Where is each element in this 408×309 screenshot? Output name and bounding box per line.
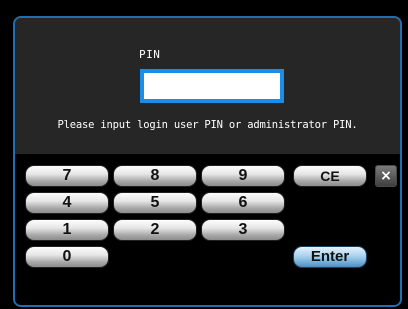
pin-prompt-text: Please input login user PIN or administr… (57, 119, 358, 131)
enter-button[interactable]: Enter (293, 246, 367, 268)
key-7[interactable]: 7 (25, 165, 109, 187)
key-8[interactable]: 8 (113, 165, 197, 187)
pin-input[interactable] (140, 69, 284, 103)
key-6[interactable]: 6 (201, 192, 285, 214)
pin-label: PIN (139, 48, 161, 61)
screen-frame: PIN Please input login user PIN or admin… (0, 0, 408, 309)
key-0[interactable]: 0 (25, 246, 109, 268)
close-button[interactable]: × (375, 165, 397, 187)
clear-entry-button[interactable]: CE (293, 165, 367, 187)
key-4[interactable]: 4 (25, 192, 109, 214)
key-9[interactable]: 9 (201, 165, 285, 187)
close-icon: × (380, 168, 392, 184)
key-3[interactable]: 3 (201, 219, 285, 241)
pin-entry-area: PIN Please input login user PIN or admin… (15, 18, 400, 153)
numeric-keypad: 7 8 9 CE × 4 5 6 1 2 3 0 Enter (15, 154, 400, 305)
pin-login-panel: PIN Please input login user PIN or admin… (13, 16, 402, 307)
key-1[interactable]: 1 (25, 219, 109, 241)
key-2[interactable]: 2 (113, 219, 197, 241)
key-5[interactable]: 5 (113, 192, 197, 214)
